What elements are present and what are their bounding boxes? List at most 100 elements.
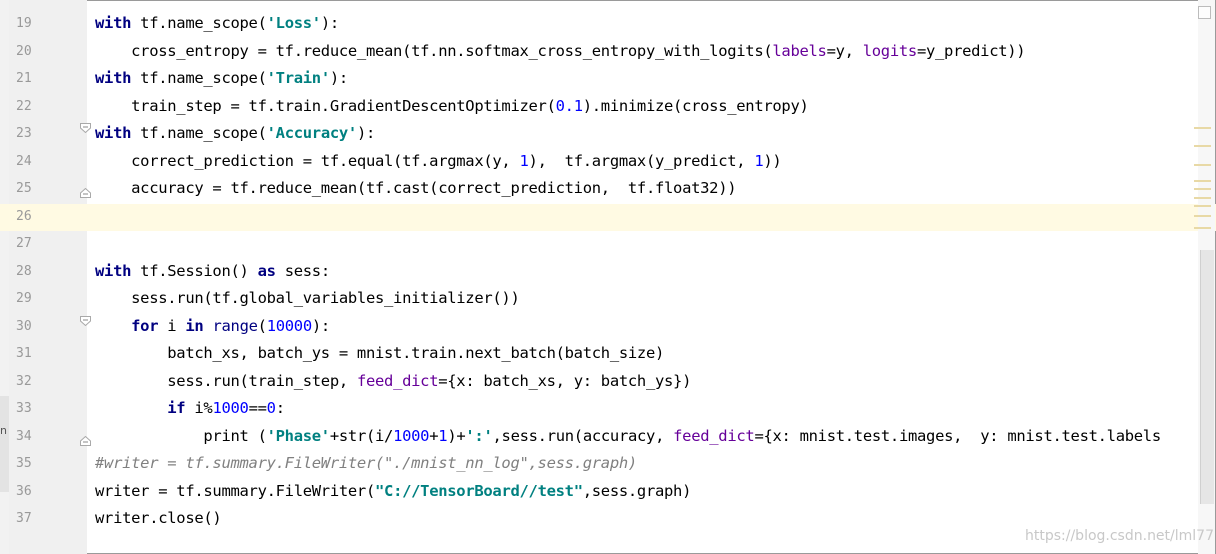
code-text: with tf.name_scope('Accuracy'): bbox=[95, 124, 375, 142]
code-text: writer = tf.summary.FileWriter("C://Tens… bbox=[95, 482, 691, 500]
stripe-marker[interactable] bbox=[1194, 215, 1211, 217]
code-text: train_step = tf.train.GradientDescentOpt… bbox=[95, 97, 809, 115]
code-token: 'Train' bbox=[266, 69, 331, 87]
fold-collapse-icon[interactable] bbox=[80, 315, 91, 326]
code-text: #writer = tf.summary.FileWriter("./mnist… bbox=[95, 454, 637, 472]
code-token: ':' bbox=[465, 426, 493, 445]
code-line[interactable]: 20 cross_entropy = tf.reduce_mean(tf.nn.… bbox=[0, 39, 1216, 67]
code-token: sess.run(train_step, bbox=[95, 371, 357, 390]
code-token: with bbox=[95, 69, 132, 87]
code-token: == bbox=[248, 399, 267, 417]
code-token: range bbox=[212, 316, 258, 335]
code-token: 1000 bbox=[393, 426, 430, 445]
scrollbar-thumb[interactable] bbox=[1200, 250, 1214, 504]
stripe-marker[interactable] bbox=[1194, 127, 1211, 129]
code-token: + bbox=[429, 426, 439, 445]
code-token: labels bbox=[772, 41, 827, 60]
code-token: 10000 bbox=[266, 316, 312, 335]
code-text: with tf.name_scope('Loss'): bbox=[95, 14, 339, 32]
line-number: 33 bbox=[16, 401, 32, 416]
fold-end-icon[interactable] bbox=[80, 435, 91, 446]
fold-end-icon[interactable] bbox=[80, 188, 91, 198]
stripe-marker[interactable] bbox=[1194, 227, 1211, 229]
code-token: i% bbox=[185, 399, 213, 417]
code-line[interactable]: 32 sess.run(train_step, feed_dict={x: ba… bbox=[0, 369, 1216, 397]
code-line[interactable]: 25 accuracy = tf.reduce_mean(tf.cast(cor… bbox=[0, 176, 1216, 204]
stripe-marker[interactable] bbox=[1194, 164, 1211, 166]
code-text: for i in range(10000): bbox=[95, 317, 330, 335]
code-token: "C://TensorBoard//test" bbox=[375, 481, 583, 500]
code-token: accuracy = tf.reduce_mean(tf.cast(correc… bbox=[95, 179, 737, 197]
code-text: cross_entropy = tf.reduce_mean(tf.nn.sof… bbox=[95, 41, 1026, 60]
code-token: as bbox=[257, 261, 276, 280]
code-line[interactable]: 29 sess.run(tf.global_variables_initiali… bbox=[0, 286, 1216, 314]
code-token: train_step = tf.train.GradientDescentOpt… bbox=[95, 96, 556, 115]
code-text: with tf.Session() as sess: bbox=[95, 262, 330, 280]
stripe-marker[interactable] bbox=[1194, 205, 1211, 207]
code-line[interactable]: 24 correct_prediction = tf.equal(tf.argm… bbox=[0, 149, 1216, 177]
line-number: 24 bbox=[16, 153, 32, 169]
line-number: 23 bbox=[16, 126, 32, 141]
code-token: tf.name_scope( bbox=[131, 124, 267, 142]
code-line[interactable]: 33 if i%1000==0: bbox=[0, 396, 1216, 424]
fold-collapse-icon[interactable] bbox=[80, 123, 91, 133]
code-token: i bbox=[158, 316, 186, 335]
line-number: 30 bbox=[16, 318, 32, 334]
code-token: 'Phase' bbox=[266, 426, 331, 445]
code-token: logits bbox=[862, 41, 918, 60]
code-token: =y_predict)) bbox=[916, 41, 1026, 60]
code-token: cross_entropy = tf.reduce_mean(tf.nn.sof… bbox=[95, 41, 773, 60]
inspection-status-icon[interactable] bbox=[1198, 6, 1211, 19]
code-line[interactable]: 35 #writer = tf.summary.FileWriter("./mni… bbox=[0, 451, 1216, 479]
stripe-marker[interactable] bbox=[1194, 145, 1211, 147]
code-line[interactable]: 31 batch_xs, batch_ys = mnist.train.next… bbox=[0, 341, 1216, 369]
line-number: 20 bbox=[16, 43, 32, 59]
code-line[interactable]: 36 writer = tf.summary.FileWriter("C://Te… bbox=[0, 479, 1216, 507]
code-token: ): bbox=[311, 316, 330, 335]
code-token: correct_prediction = tf.equal(tf.argmax(… bbox=[95, 151, 520, 170]
code-token: )) bbox=[763, 151, 782, 170]
line-number: 25 bbox=[16, 181, 32, 196]
code-line[interactable]: 30 for i in range(10000): bbox=[0, 314, 1216, 342]
code-line[interactable]: 28 with tf.Session() as sess: bbox=[0, 259, 1216, 287]
code-token: feed_dict bbox=[673, 426, 755, 445]
watermark: https://blog.csdn.net/lml77 bbox=[1025, 528, 1214, 544]
code-text: writer.close() bbox=[95, 509, 222, 527]
code-token: ).minimize(cross_entropy) bbox=[582, 96, 809, 115]
line-number: 26 bbox=[16, 208, 32, 224]
code-token: +str(i/ bbox=[329, 426, 394, 445]
code-token: writer.close() bbox=[95, 509, 222, 527]
code-token: with bbox=[95, 14, 132, 32]
code-token: : bbox=[275, 399, 285, 417]
line-number: 37 bbox=[16, 511, 32, 526]
code-token: )+ bbox=[447, 426, 466, 445]
code-token: 'Accuracy' bbox=[266, 124, 358, 142]
line-number: 19 bbox=[16, 16, 32, 31]
code-line[interactable]: 22 train_step = tf.train.GradientDescent… bbox=[0, 94, 1216, 122]
line-number: 22 bbox=[16, 98, 32, 114]
code-token: in bbox=[185, 316, 204, 335]
line-number: 35 bbox=[16, 456, 32, 471]
code-text: with tf.name_scope('Train'): bbox=[95, 69, 348, 87]
stripe-marker[interactable] bbox=[1194, 188, 1211, 190]
stripe-marker[interactable] bbox=[1194, 180, 1211, 182]
code-token: sess.run(tf.global_variables_initializer… bbox=[95, 289, 520, 307]
code-token: 0.1 bbox=[555, 96, 583, 115]
code-token: ( bbox=[257, 316, 267, 335]
code-line[interactable]: 19 with tf.name_scope('Loss'): bbox=[0, 11, 1216, 39]
code-token: feed_dict bbox=[356, 371, 439, 390]
line-number: 32 bbox=[16, 373, 32, 389]
code-token: ), tf.argmax(y_predict, bbox=[528, 151, 755, 170]
code-token: 1000 bbox=[212, 399, 249, 417]
code-line[interactable]: 26 bbox=[0, 203, 1216, 231]
line-number: 34 bbox=[16, 428, 32, 444]
code-line[interactable]: 27 bbox=[0, 231, 1216, 259]
code-line[interactable]: 34 print ('Phase'+str(i/1000+1)+':',sess… bbox=[0, 424, 1216, 452]
stripe-marker[interactable] bbox=[1194, 197, 1211, 199]
code-token: 0 bbox=[266, 399, 276, 417]
code-line[interactable]: 21 with tf.name_scope('Train'): bbox=[0, 66, 1216, 94]
code-text: sess.run(train_step, feed_dict={x: batch… bbox=[95, 372, 691, 390]
code-line[interactable]: 23 with tf.name_scope('Accuracy'): bbox=[0, 121, 1216, 149]
